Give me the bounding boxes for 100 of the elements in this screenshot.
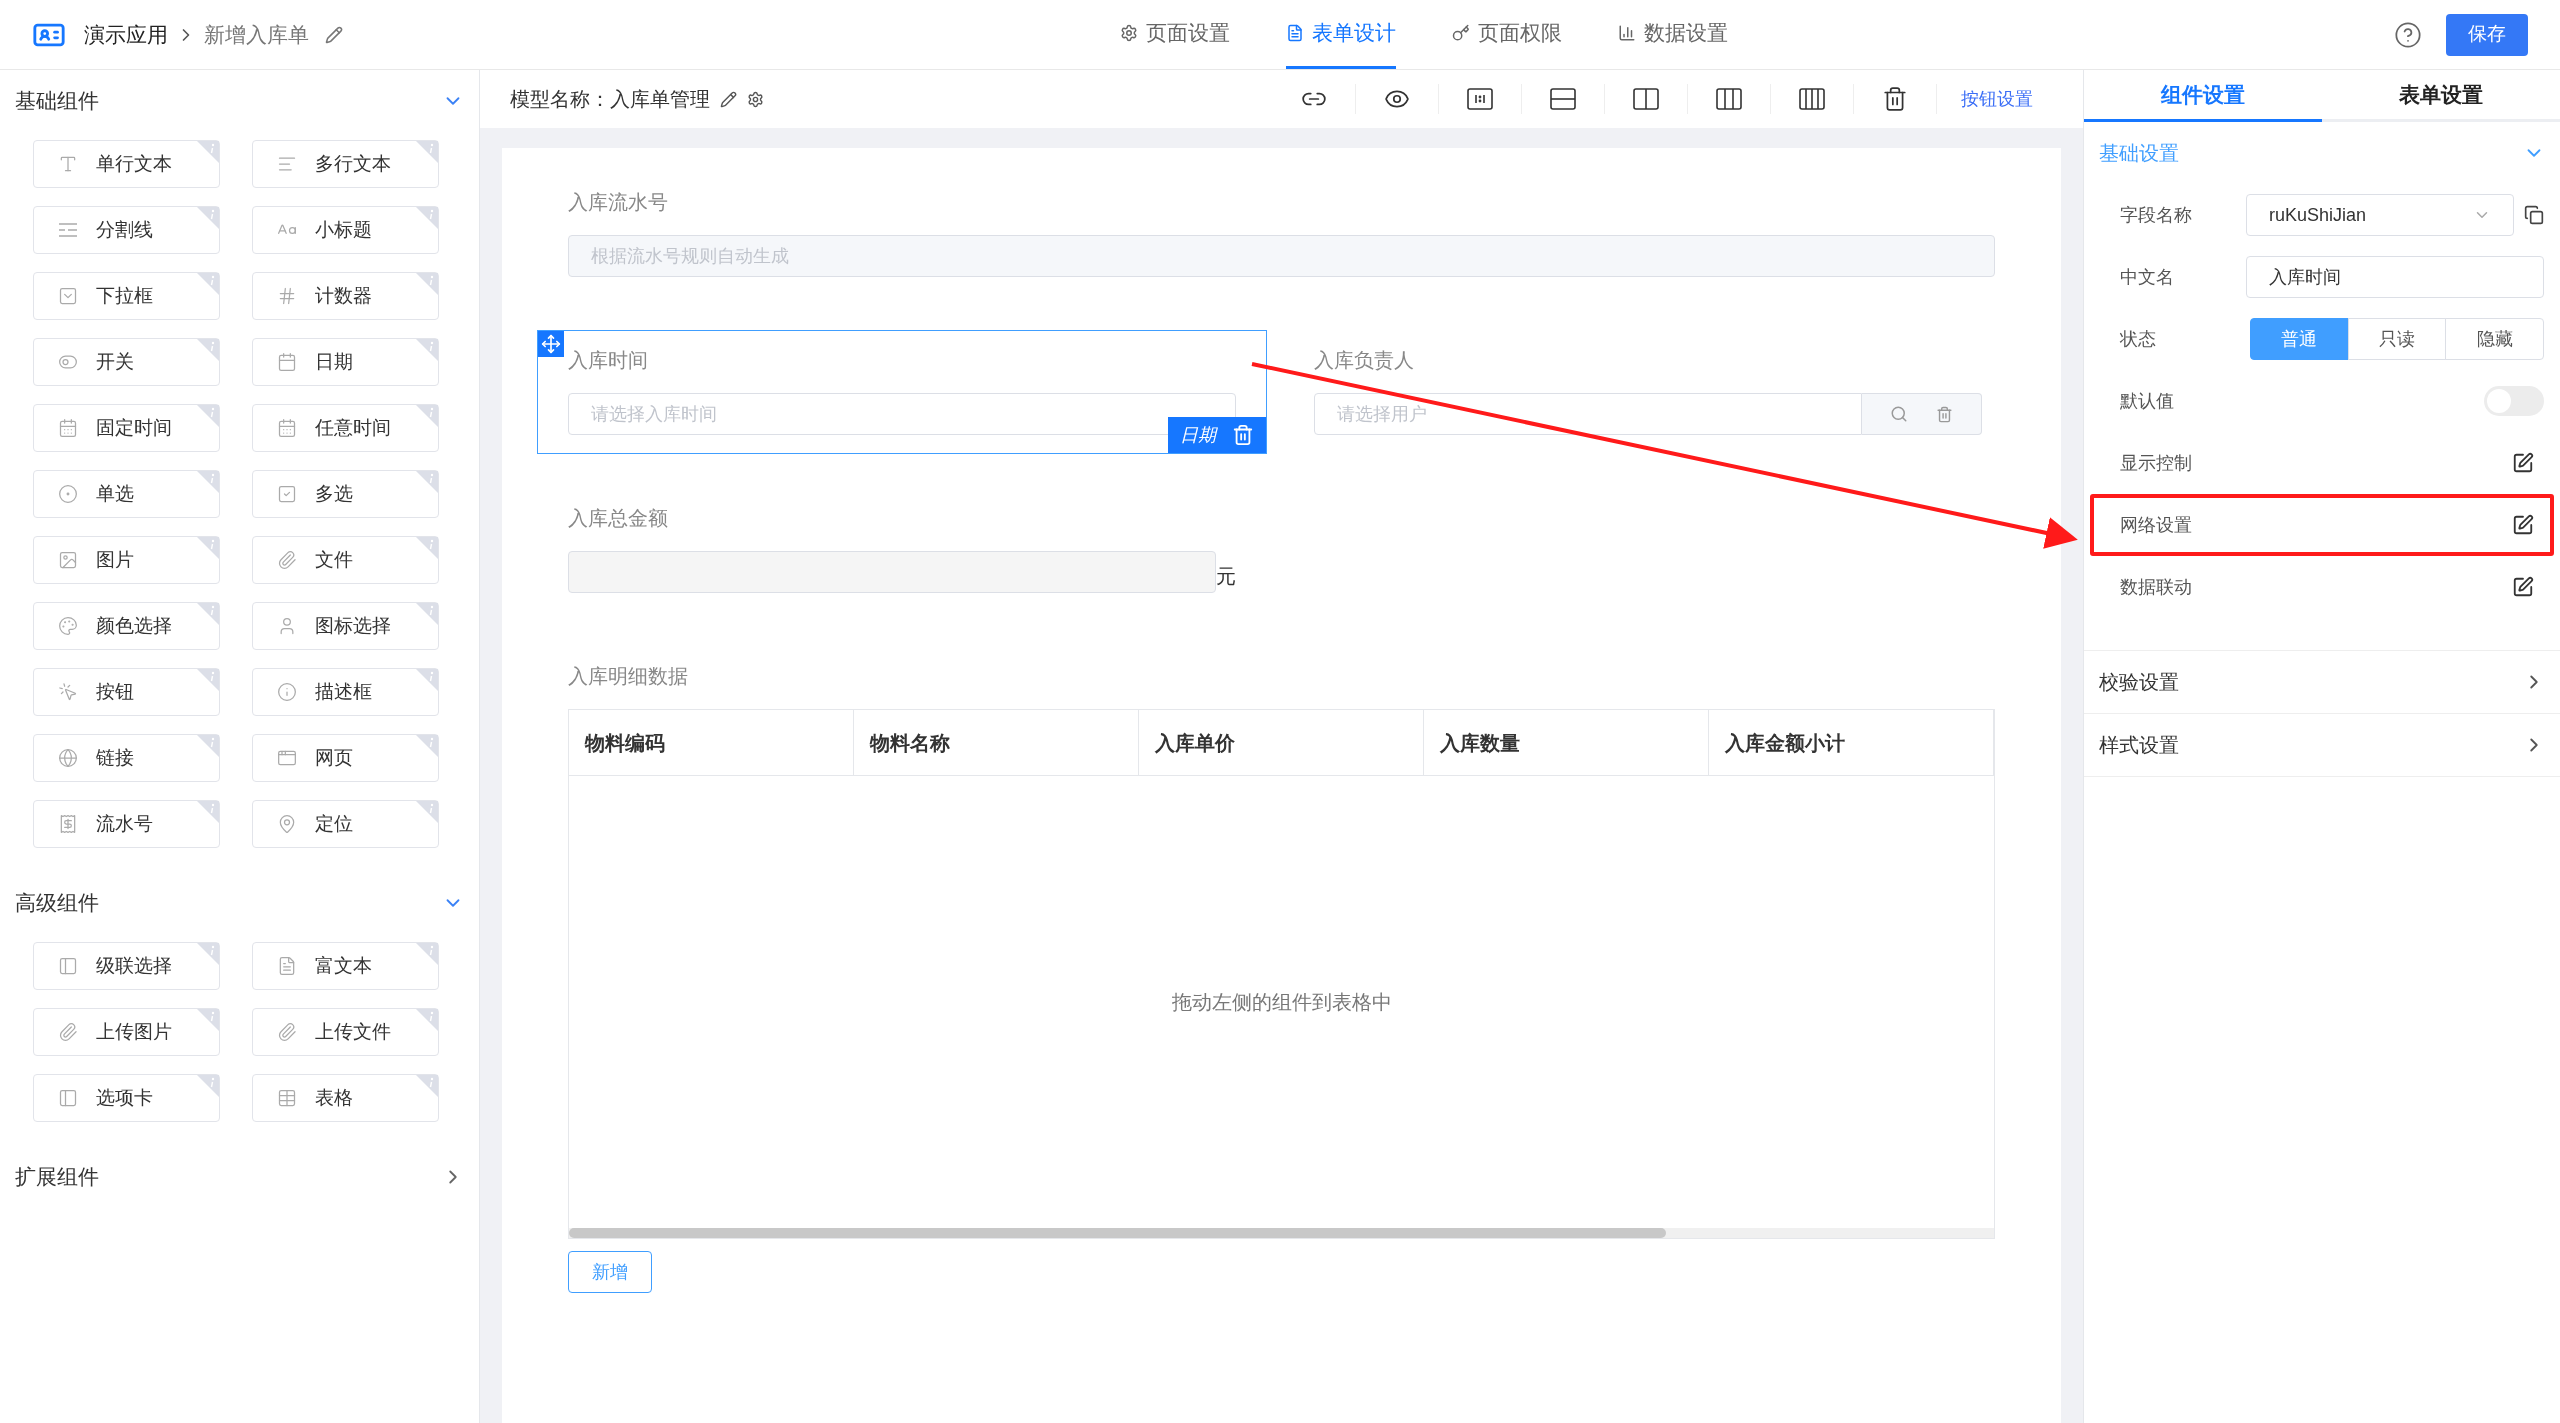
settings-tab[interactable]: 表单设置 [2322, 70, 2560, 122]
component-item[interactable]: 图片 [33, 536, 220, 584]
drag-handle[interactable] [538, 331, 564, 357]
palette-section-header[interactable]: 高级组件 [0, 872, 479, 934]
info-corner-icon [197, 943, 219, 965]
copy-icon[interactable] [2524, 205, 2544, 225]
setting-label: 默认值 [2120, 389, 2174, 413]
form-field[interactable]: 入库负责人 请选择用户 [1283, 330, 2013, 454]
component-item[interactable]: 计数器 [252, 272, 439, 320]
search-icon[interactable] [1890, 405, 1908, 423]
info-corner-icon [416, 801, 438, 823]
save-button[interactable]: 保存 [2446, 13, 2528, 56]
columns-layout-icon[interactable] [1716, 88, 1742, 110]
settings-tab[interactable]: 组件设置 [2084, 70, 2322, 122]
info-corner-icon [197, 471, 219, 493]
delete-icon[interactable] [1232, 424, 1254, 446]
component-icon [277, 1022, 297, 1042]
user-picker-field[interactable]: 请选择用户 [1314, 393, 1862, 435]
component-icon [58, 616, 78, 636]
field-label: 入库时间 [568, 348, 649, 373]
component-item[interactable]: 日期 [252, 338, 439, 386]
component-item[interactable]: 选项卡 [33, 1074, 220, 1122]
chinese-name-field[interactable]: 入库时间 [2246, 256, 2544, 298]
component-item[interactable]: 单行文本 [33, 140, 220, 188]
info-corner-icon [416, 669, 438, 691]
two-rows-layout-icon[interactable] [1550, 88, 1576, 110]
edit-icon[interactable] [720, 90, 737, 108]
columns-layout-icon[interactable] [1633, 88, 1659, 110]
status-option[interactable]: 隐藏 [2445, 318, 2544, 360]
info-corner-icon [197, 339, 219, 361]
component-item[interactable]: 固定时间 [33, 404, 220, 452]
edit-icon[interactable] [2512, 576, 2534, 598]
column-header: 入库金额小计 [1709, 710, 1994, 775]
app-name[interactable]: 演示应用 [84, 18, 168, 51]
button-settings-link[interactable]: 按钮设置 [1961, 85, 2033, 113]
component-icon [58, 484, 78, 504]
component-icon [277, 748, 297, 768]
edit-icon[interactable] [2512, 514, 2534, 536]
component-item[interactable]: 任意时间 [252, 404, 439, 452]
component-item[interactable]: 多行文本 [252, 140, 439, 188]
setting-label: 中文名 [2120, 265, 2174, 289]
top-nav-tab[interactable]: 页面权限 [1451, 0, 1562, 69]
info-corner-icon [197, 405, 219, 427]
ratio-box-icon[interactable] [1467, 88, 1493, 110]
component-item[interactable]: 网页 [252, 734, 439, 782]
component-icon [277, 286, 297, 306]
form-field[interactable]: 入库明细数据 物料编码 物料名称 入库单价 入库数量 入库金额小计 拖动左侧的组件到表格中 新增 [537, 646, 2026, 1312]
empty-table-hint: 拖动左侧的组件到表格中 [1171, 990, 1392, 1015]
setting-label: 状态 [2120, 327, 2156, 351]
scrollbar-thumb[interactable] [569, 1228, 1667, 1238]
component-item[interactable]: 富文本 [252, 942, 439, 990]
component-item[interactable]: 图标选择 [252, 602, 439, 650]
component-item[interactable]: 定位 [252, 800, 439, 848]
component-item[interactable]: 流水号 [33, 800, 220, 848]
component-item[interactable]: 多选 [252, 470, 439, 518]
status-option[interactable]: 只读 [2347, 318, 2447, 360]
component-item[interactable]: 表格 [252, 1074, 439, 1122]
help-icon[interactable] [2394, 20, 2422, 49]
info-corner-icon [197, 207, 219, 229]
columns-layout-icon[interactable] [1799, 88, 1825, 110]
component-item[interactable]: 级联选择 [33, 942, 220, 990]
edit-icon[interactable] [2512, 452, 2534, 474]
info-corner-icon [416, 943, 438, 965]
component-item[interactable]: 开关 [33, 338, 220, 386]
info-corner-icon [416, 141, 438, 163]
top-nav-tab[interactable]: 数据设置 [1617, 0, 1728, 69]
component-icon [58, 223, 78, 237]
component-item[interactable]: 上传图片 [33, 1008, 220, 1056]
move-icon [541, 334, 561, 354]
component-item[interactable]: 单选 [33, 470, 220, 518]
top-nav-tab[interactable]: 页面设置 [1119, 0, 1230, 69]
field-name-select[interactable]: ruKuShiJian [2246, 194, 2514, 236]
component-item[interactable]: 文件 [252, 536, 439, 584]
palette-section-header[interactable]: 基础组件 [0, 70, 479, 132]
component-icon [277, 484, 297, 504]
component-item[interactable]: 上传文件 [252, 1008, 439, 1056]
component-item[interactable]: 描述框 [252, 668, 439, 716]
component-item[interactable]: 链接 [33, 734, 220, 782]
component-item[interactable]: 下拉框 [33, 272, 220, 320]
info-corner-icon [416, 735, 438, 757]
settings-section-header[interactable]: 样式设置 [2084, 714, 2560, 776]
info-corner-icon [416, 339, 438, 361]
currency-unit: 元 [1216, 564, 1236, 589]
info-corner-icon [416, 537, 438, 559]
settings-icon[interactable] [747, 90, 764, 108]
setting-label: 显示控制 [2120, 451, 2192, 475]
component-icon [58, 956, 78, 976]
component-icon [58, 1022, 78, 1042]
info-corner-icon [197, 537, 219, 559]
component-icon [58, 550, 78, 570]
component-item[interactable]: 按钮 [33, 668, 220, 716]
palette-section-header[interactable]: 扩展组件 [0, 1146, 479, 1208]
component-icon [58, 1088, 78, 1108]
component-item[interactable]: 分割线 [33, 206, 220, 254]
component-item[interactable]: 颜色选择 [33, 602, 220, 650]
component-icon [277, 814, 297, 834]
trash-icon[interactable] [1882, 86, 1908, 112]
component-item[interactable]: 小标题 [252, 206, 439, 254]
form-field[interactable]: 入库时间 请选择入库时间 日期 [537, 330, 1267, 454]
settings-section-header[interactable]: 校验设置 [2084, 651, 2560, 713]
